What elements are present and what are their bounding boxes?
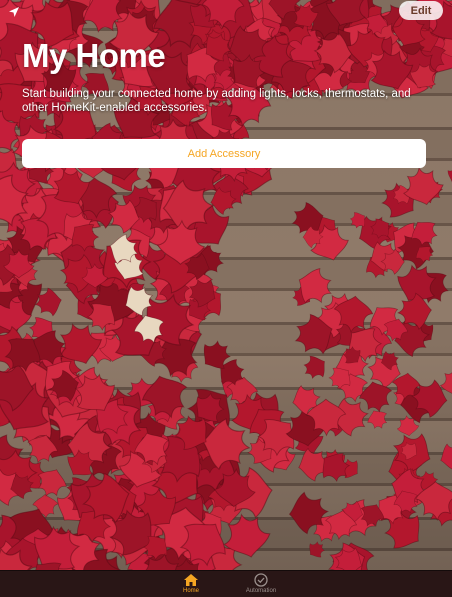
clock-check-icon [254,573,268,587]
edit-button[interactable]: Edit [399,1,443,20]
add-accessory-button[interactable]: Add Accessory [22,139,426,168]
tab-automation-label: Automation [245,588,277,594]
tab-bar: Home Automation [0,570,452,597]
page-subtitle: Start building your connected home by ad… [22,88,411,114]
house-icon [184,574,198,586]
ivy-leaves [0,0,452,570]
tab-automation[interactable]: Automation [241,571,281,597]
tab-home-label: Home [182,588,199,594]
tab-home[interactable]: Home [171,571,211,597]
page-title: My Home [22,37,166,74]
background-wallpaper [0,0,452,570]
location-icon[interactable] [6,4,22,20]
